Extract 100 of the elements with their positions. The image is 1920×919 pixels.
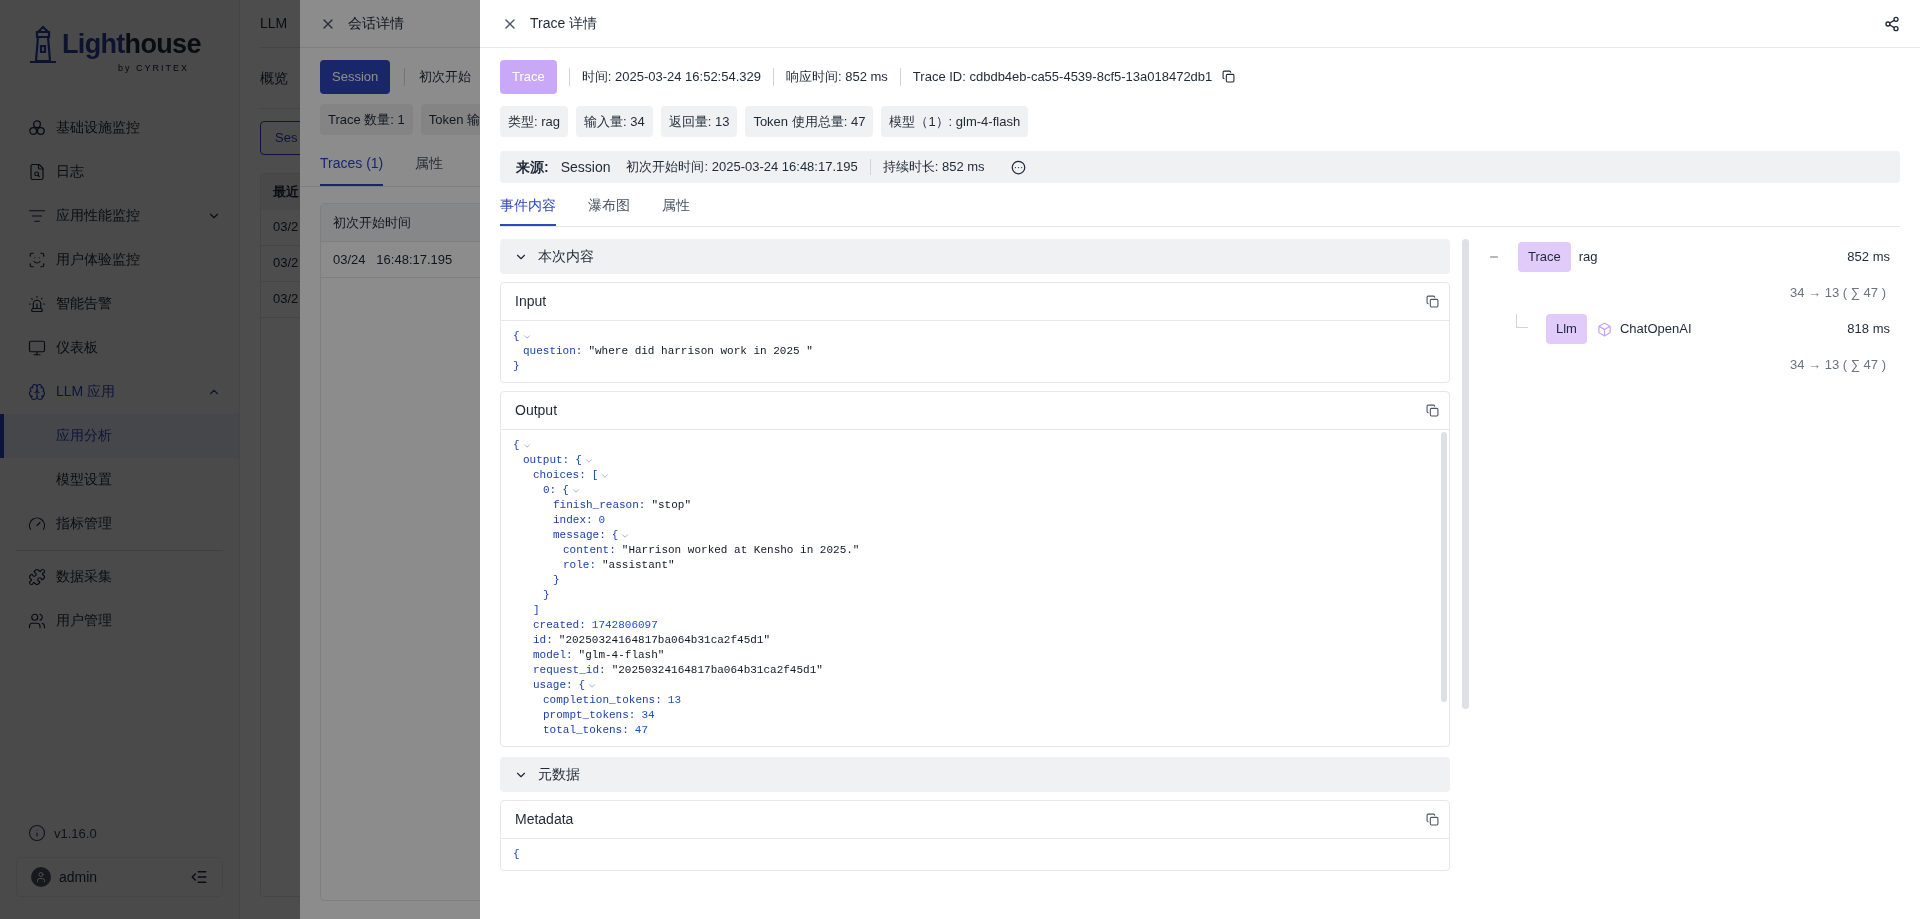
json-value: 34 [641,708,655,724]
card-title: Metadata [515,810,575,829]
json-bracket: ] [533,603,540,619]
circles-icon [28,118,46,137]
json-key: finish_reason: [553,497,646,514]
user-menu[interactable]: admin [16,857,223,897]
nav-item[interactable]: 仪表板 [0,325,239,370]
json-value: "glm-4-flash" [578,648,665,664]
json-value: "stop" [651,498,692,514]
nav-item[interactable]: 指标管理 [0,501,239,546]
json-value: 13 [667,693,682,709]
copy-icon[interactable] [1426,813,1439,826]
nav-item[interactable]: 日志 [0,149,239,194]
drawer-title: 会话详情 [348,14,404,33]
json-key: created: [533,617,586,634]
file-search-icon [28,162,46,181]
span-type-badge: Trace [1518,242,1571,272]
json-key: message: [553,527,606,544]
copy-icon[interactable] [1426,295,1439,308]
logo-tagline: by CYRITEX [118,62,190,75]
scrollbar-thumb[interactable] [1441,432,1447,702]
info-icon [28,824,46,843]
meta-text: 持续时长: 852 ms [882,158,985,177]
tree-connector [1516,314,1528,328]
tab[interactable]: 事件内容 [500,195,556,226]
copy-icon[interactable] [1426,404,1439,417]
span-duration: 818 ms [1847,320,1890,339]
json-bracket: } [543,588,550,604]
token-count: 34 → 13 ( ∑ 47 ) [1790,356,1886,375]
meta-text: 时间: 2025-03-24 16:52:54.329 [581,68,761,86]
nav-item[interactable]: 用户管理 [0,598,239,643]
tab[interactable]: 属性 [415,153,444,186]
json-key: output: [523,452,570,469]
source-value: Session [560,157,611,177]
json-key: prompt_tokens: [543,707,636,724]
source-label: 来源: [516,157,549,177]
json-key: index: [553,512,593,529]
alarm-light-icon [28,294,46,313]
json-value: 47 [634,723,649,739]
json-key: role: [563,557,596,574]
json-key: question: [523,343,583,360]
scrollbar-thumb[interactable] [1461,239,1469,709]
json-key: 0: [543,482,557,499]
copy-icon[interactable] [1222,70,1236,84]
puzzle-icon [28,567,46,586]
share-icon[interactable] [1884,15,1900,32]
json-bracket: { [575,453,582,469]
nav-item[interactable]: 数据采集 [0,554,239,599]
meta-text: 初次开始 [419,68,472,86]
json-key: total_tokens: [543,722,629,739]
tab[interactable]: Traces (1) [320,153,384,186]
nav-item[interactable]: 用户体验监控 [0,237,239,282]
json-bracket: { [513,847,520,863]
json-key: completion_tokens: [543,692,662,709]
avatar [31,867,51,887]
json-key: choices: [533,467,586,484]
card-title: Output [515,401,559,420]
json-bracket: } [513,359,520,375]
json-key: model: [533,647,573,664]
json-value: "20250324164817ba064b31ca2f45d1" [558,633,771,649]
meta-text: 响应时间: 852 ms [786,68,888,86]
nav-item[interactable]: LLM 应用 [0,369,239,414]
meta-text: Trace ID: cdbdb4eb-ca55-4539-8cf5-13a018472db1 [912,68,1213,86]
tab[interactable]: 属性 [662,195,690,226]
info-chip: 返回量: 13 [660,105,738,137]
json-value: "20250324164817ba064b31ca2f45d1" [611,663,823,679]
gauge-icon [28,514,46,533]
session-badge: Session [320,60,391,94]
brain-icon [28,382,46,401]
section-header[interactable]: 本次内容 [500,239,1450,274]
json-key: usage: [533,677,573,694]
json-value: 1742806097 [591,618,658,634]
page-tab[interactable]: 概览 [260,67,288,89]
json-bracket: } [553,573,560,589]
table-cell-text: 03/24 16:48:17.195 [333,250,453,269]
info-chip: Trace 数量: 1 [320,103,413,135]
nav-item[interactable]: 智能告警 [0,281,239,326]
collapse-menu-icon[interactable] [190,868,208,886]
users-icon [28,611,46,630]
json-key: content: [563,542,616,559]
version-text: v1.16.0 [54,824,97,843]
more-icon[interactable] [1010,159,1026,175]
info-chip: 输入量: 34 [576,105,653,137]
span-name[interactable]: rag [1578,247,1598,267]
info-chip: Token 使用总量: 47 [745,105,874,137]
logo-wordmark: Lighthouse [62,30,201,58]
card-title: Input [515,292,548,311]
token-count: 34 → 13 ( ∑ 47 ) [1790,284,1886,303]
monitor-icon [28,338,46,357]
json-bracket: { [513,438,520,454]
json-bracket: { [578,678,586,694]
info-chip: 模型（1）: glm-4-flash [881,105,1029,137]
json-bracket: { [562,483,569,499]
nav-item[interactable]: 基础设施监控 [0,105,239,150]
span-name[interactable]: ChatOpenAI [1619,319,1692,339]
nav-item[interactable]: 应用性能监控 [0,193,239,238]
json-bracket: { [513,329,520,345]
meta-text: 初次开始时间: 2025-03-24 16:48:17.195 [626,158,858,177]
json-key: request_id: [533,662,606,679]
section-header[interactable]: 元数据 [500,757,1450,792]
